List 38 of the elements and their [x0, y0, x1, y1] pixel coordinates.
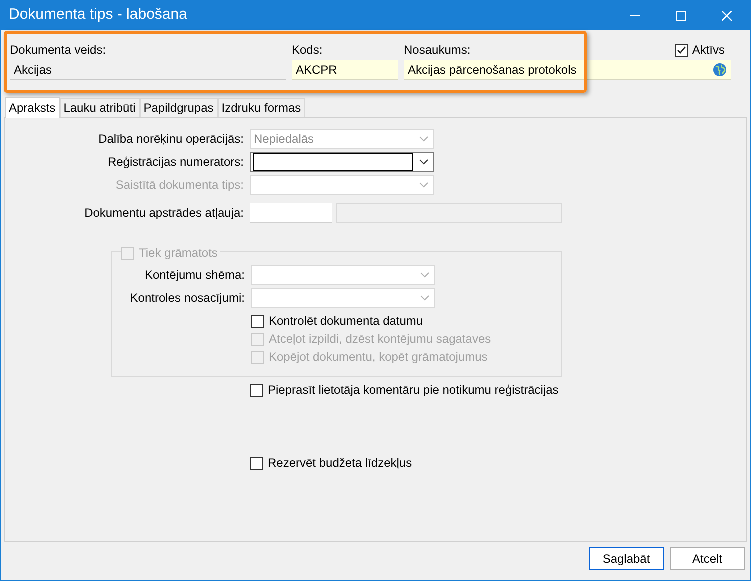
- checkbox-label: Tiek grāmatots: [139, 245, 218, 262]
- maximize-icon: [676, 10, 686, 20]
- chevron-down-icon: [419, 136, 429, 142]
- checkbox-label: Rezervēt budžeta līdzekļus: [268, 455, 412, 472]
- checkbox-label: Kopējot dokumentu, kopēt grāmatojumus: [269, 349, 488, 366]
- close-icon: [722, 10, 732, 20]
- checkbox-label: Atceļot izpildi, dzēst kontējumu sagataves: [269, 331, 492, 348]
- chevron-down-icon: [420, 295, 430, 301]
- text-field[interactable]: AKCPR: [292, 60, 398, 80]
- chevron-down-icon: [420, 272, 430, 278]
- tab[interactable]: Papildgrupas: [140, 98, 218, 117]
- button[interactable]: Saglabāt: [589, 547, 664, 570]
- checkbox-label: Aktīvs: [692, 42, 725, 59]
- text-field[interactable]: [250, 203, 332, 223]
- field-label: Dokumenta veids:: [10, 42, 106, 59]
- tab[interactable]: Lauku atribūti: [60, 98, 140, 117]
- checkbox[interactable]: [250, 456, 263, 470]
- field-label: Nosaukums:: [404, 42, 471, 59]
- checkbox[interactable]: [250, 384, 263, 396]
- text-field[interactable]: Akcijas pārcenošanas protokols: [404, 60, 731, 80]
- button[interactable]: Atcelt: [670, 547, 745, 570]
- dropdown[interactable]: [250, 152, 434, 172]
- chevron-down-icon: [419, 182, 429, 188]
- field-label: Dalība norēķinu operācijās:: [98, 131, 245, 148]
- field-label: Reģistrācijas numerators:: [106, 154, 245, 171]
- field-label: Dokumentu apstrādes atļauja:: [84, 205, 245, 222]
- window-title: Dokumenta tips - labošana: [9, 5, 188, 26]
- field-label: Kontējumu shēma:: [144, 267, 246, 284]
- globe-icon[interactable]: [713, 62, 727, 76]
- chevron-down-icon: [419, 159, 429, 165]
- checkbox[interactable]: [675, 44, 688, 56]
- field-label: Kontroles nosacījumi:: [129, 290, 246, 307]
- checkbox-label: Pieprasīt lietotāja komentāru pie notikumu reģistrācijas: [268, 382, 559, 399]
- field-label: Saistītā dokumenta tips:: [114, 177, 245, 194]
- tab[interactable]: Izdruku formas: [218, 98, 306, 117]
- tab[interactable]: Apraksts: [5, 97, 60, 118]
- field-label: Kods:: [292, 42, 323, 59]
- checkbox-label: Kontrolēt dokumenta datumu: [269, 313, 424, 330]
